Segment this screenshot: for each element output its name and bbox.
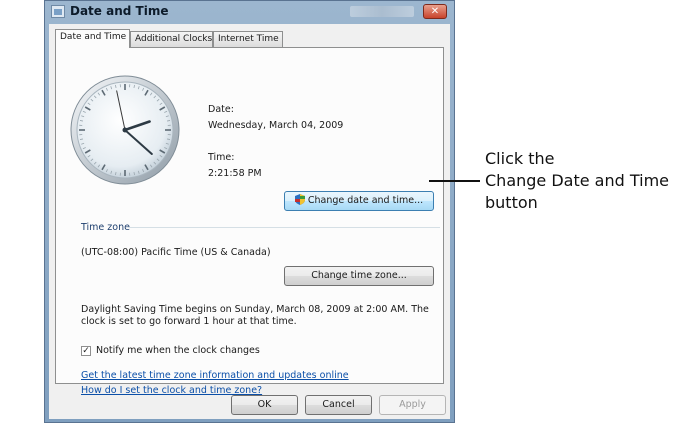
timezone-updates-link[interactable]: Get the latest time zone information and… <box>81 370 349 381</box>
dialog-body: Date and Time Additional Clocks Internet… <box>49 24 450 419</box>
tab-panel: Date: Wednesday, March 04, 2009 Time: 2:… <box>55 47 444 396</box>
callout-line-3: button <box>485 193 538 212</box>
timezone-section-label: Time zone <box>81 222 130 233</box>
dst-info-line1: Daylight Saving Time begins on Sunday, M… <box>81 304 429 315</box>
date-time-dialog: Date and Time ✕ Date and Time Additional… <box>44 0 455 423</box>
notify-checkbox[interactable]: ✓ <box>81 346 91 356</box>
window-title: Date and Time <box>70 4 169 18</box>
calendar-clock-icon <box>51 5 65 18</box>
timezone-value: (UTC-08:00) Pacific Time (US & Canada) <box>81 247 271 258</box>
apply-button[interactable]: Apply <box>379 395 446 415</box>
tab-date-and-time[interactable]: Date and Time <box>55 29 130 48</box>
title-bar[interactable]: Date and Time ✕ <box>45 1 454 23</box>
tab-internet-time[interactable]: Internet Time <box>213 31 283 47</box>
dst-info-line2: clock is set to go forward 1 hour at tha… <box>81 316 297 327</box>
change-time-zone-button[interactable]: Change time zone... <box>284 266 434 286</box>
callout-line-1: Click the <box>485 149 555 168</box>
timezone-divider <box>128 227 440 228</box>
change-date-time-button[interactable]: Change date and time... <box>284 191 434 211</box>
time-label: Time: <box>208 152 235 163</box>
uac-shield-icon <box>294 194 305 205</box>
close-button[interactable]: ✕ <box>423 4 447 19</box>
callout-line-2: Change Date and Time <box>485 171 670 190</box>
callout-pointer-line <box>429 180 480 182</box>
tab-additional-clocks[interactable]: Additional Clocks <box>130 31 213 47</box>
callout-text: Click the Change Date and Time button <box>485 148 669 214</box>
date-label: Date: <box>208 104 234 115</box>
ok-button[interactable]: OK <box>231 395 298 415</box>
analog-clock <box>70 75 180 185</box>
title-bar-controls <box>350 6 414 17</box>
time-value: 2:21:58 PM <box>208 168 262 179</box>
notify-label[interactable]: Notify me when the clock changes <box>96 345 260 356</box>
cancel-button[interactable]: Cancel <box>305 395 372 415</box>
change-date-time-label: Change date and time... <box>307 195 424 206</box>
date-value: Wednesday, March 04, 2009 <box>208 120 344 131</box>
